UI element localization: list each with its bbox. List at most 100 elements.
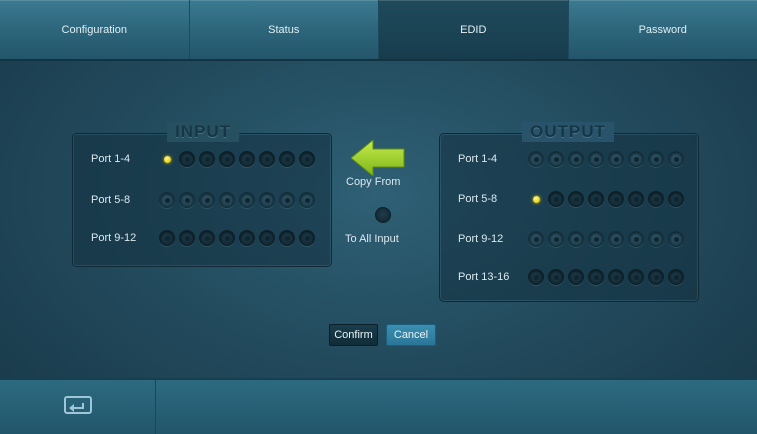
radio-indicator — [594, 237, 599, 242]
output-port-radio[interactable] — [568, 191, 584, 207]
tab-edid[interactable]: EDID — [379, 0, 569, 59]
input-port-radio[interactable] — [239, 230, 255, 246]
input-panel-title: INPUT — [167, 122, 239, 142]
confirm-button[interactable]: Confirm — [329, 324, 378, 346]
output-port-radio[interactable] — [548, 231, 564, 247]
radio-indicator — [574, 275, 579, 280]
output-port-radio[interactable] — [528, 269, 544, 285]
output-port-radio[interactable] — [528, 231, 544, 247]
input-port-radio[interactable] — [179, 151, 195, 167]
output-port-radio[interactable] — [668, 269, 684, 285]
input-port-radio[interactable] — [219, 192, 235, 208]
input-port-radio[interactable] — [279, 230, 295, 246]
input-panel: INPUT Port 1-4Port 5-8Port 9-12 — [72, 133, 332, 267]
input-port-radio[interactable] — [279, 151, 295, 167]
radio-indicator — [205, 157, 210, 162]
radio-indicator — [185, 236, 190, 241]
input-port-radio[interactable] — [159, 230, 175, 246]
input-port-radio[interactable] — [299, 230, 315, 246]
input-port-radio[interactable] — [159, 192, 175, 208]
radio-indicator — [614, 237, 619, 242]
radio-indicator — [654, 157, 659, 162]
input-port-radio[interactable] — [259, 192, 275, 208]
output-port-radio[interactable] — [568, 269, 584, 285]
output-port-radio[interactable] — [628, 231, 644, 247]
output-port-radio[interactable] — [628, 151, 644, 167]
radio-indicator — [534, 157, 539, 162]
input-port-radio[interactable] — [179, 192, 195, 208]
radio-indicator — [285, 198, 290, 203]
radio-indicator — [225, 198, 230, 203]
radio-indicator — [614, 157, 619, 162]
input-port-radio[interactable] — [299, 192, 315, 208]
output-port-radio[interactable] — [648, 191, 664, 207]
output-port-radio[interactable] — [528, 191, 544, 207]
input-port-radio[interactable] — [159, 151, 175, 167]
radio-indicator — [534, 275, 539, 280]
tab-password[interactable]: Password — [569, 0, 757, 59]
output-port-radio[interactable] — [608, 191, 624, 207]
radio-indicator — [225, 236, 230, 241]
input-port-radio[interactable] — [219, 151, 235, 167]
output-port-radio[interactable] — [648, 231, 664, 247]
output-row-label: Port 9-12 — [458, 233, 528, 245]
output-port-radio[interactable] — [588, 231, 604, 247]
radio-indicator — [185, 157, 190, 162]
radio-indicator — [674, 157, 679, 162]
output-port-radio[interactable] — [548, 151, 564, 167]
radio-indicator — [654, 275, 659, 280]
radio-indicator — [165, 198, 170, 203]
output-port-radio[interactable] — [588, 191, 604, 207]
radio-indicator — [285, 236, 290, 241]
output-port-radio[interactable] — [608, 151, 624, 167]
input-port-selector — [159, 151, 315, 167]
output-port-radio[interactable] — [648, 151, 664, 167]
input-port-radio[interactable] — [239, 192, 255, 208]
radio-indicator — [674, 275, 679, 280]
output-row: Port 13-16 — [458, 269, 684, 285]
input-port-radio[interactable] — [199, 230, 215, 246]
return-icon[interactable] — [63, 395, 93, 419]
output-port-radio[interactable] — [648, 269, 664, 285]
output-port-radio[interactable] — [628, 191, 644, 207]
input-port-radio[interactable] — [199, 192, 215, 208]
output-port-radio[interactable] — [528, 151, 544, 167]
input-port-radio[interactable] — [239, 151, 255, 167]
input-port-radio[interactable] — [219, 230, 235, 246]
radio-indicator — [165, 236, 170, 241]
output-port-radio[interactable] — [568, 151, 584, 167]
radio-indicator — [245, 236, 250, 241]
output-port-radio[interactable] — [548, 269, 564, 285]
output-port-radio[interactable] — [668, 151, 684, 167]
output-port-radio[interactable] — [568, 231, 584, 247]
radio-indicator — [654, 197, 659, 202]
left-arrow-icon[interactable] — [351, 140, 405, 176]
output-port-radio[interactable] — [548, 191, 564, 207]
input-port-radio[interactable] — [299, 151, 315, 167]
output-port-selector — [528, 151, 684, 167]
input-port-radio[interactable] — [199, 151, 215, 167]
output-port-radio[interactable] — [668, 191, 684, 207]
tab-status[interactable]: Status — [190, 0, 380, 59]
output-port-radio[interactable] — [588, 269, 604, 285]
output-panel: OUTPUT Port 1-4Port 5-8Port 9-12Port 13-… — [439, 133, 699, 302]
cancel-button[interactable]: Cancel — [386, 324, 436, 346]
input-port-radio[interactable] — [279, 192, 295, 208]
output-port-radio[interactable] — [628, 269, 644, 285]
output-port-radio[interactable] — [608, 269, 624, 285]
to-all-input-toggle[interactable] — [375, 207, 391, 223]
input-port-radio[interactable] — [259, 230, 275, 246]
input-port-radio[interactable] — [259, 151, 275, 167]
output-port-radio[interactable] — [668, 231, 684, 247]
footer-bar — [0, 378, 757, 434]
output-row: Port 9-12 — [458, 231, 684, 247]
radio-indicator — [185, 198, 190, 203]
input-port-radio[interactable] — [179, 230, 195, 246]
radio-indicator — [634, 275, 639, 280]
radio-indicator — [205, 198, 210, 203]
output-port-radio[interactable] — [608, 231, 624, 247]
output-port-radio[interactable] — [588, 151, 604, 167]
radio-indicator — [634, 197, 639, 202]
radio-indicator — [614, 197, 619, 202]
tab-configuration[interactable]: Configuration — [0, 0, 190, 59]
